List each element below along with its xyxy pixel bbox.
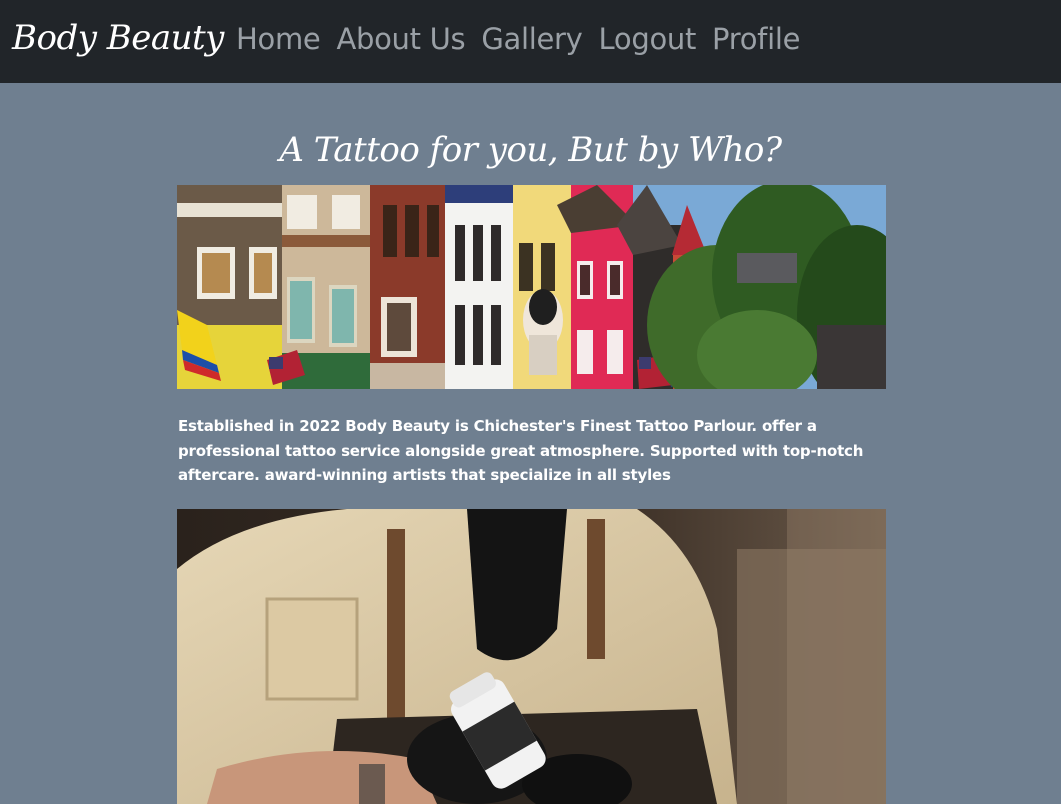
- page-title: A Tattoo for you, But by Who?: [279, 130, 782, 170]
- navbar: Body Beauty Home About Us Gallery Logout…: [0, 0, 1061, 83]
- nav-links: Home About Us Gallery Logout Profile: [236, 22, 800, 56]
- brand-logo[interactable]: Body Beauty: [12, 18, 224, 58]
- tattoo-artist-image: [177, 509, 886, 804]
- nav-link-logout[interactable]: Logout: [599, 22, 697, 56]
- intro-paragraph: Established in 2022 Body Beauty is Chich…: [178, 417, 864, 484]
- nav-link-home[interactable]: Home: [236, 22, 321, 56]
- nav-link-about-us[interactable]: About Us: [336, 22, 465, 56]
- nav-link-gallery[interactable]: Gallery: [481, 22, 582, 56]
- nav-link-profile[interactable]: Profile: [712, 22, 800, 56]
- street-facade-image: [177, 185, 886, 389]
